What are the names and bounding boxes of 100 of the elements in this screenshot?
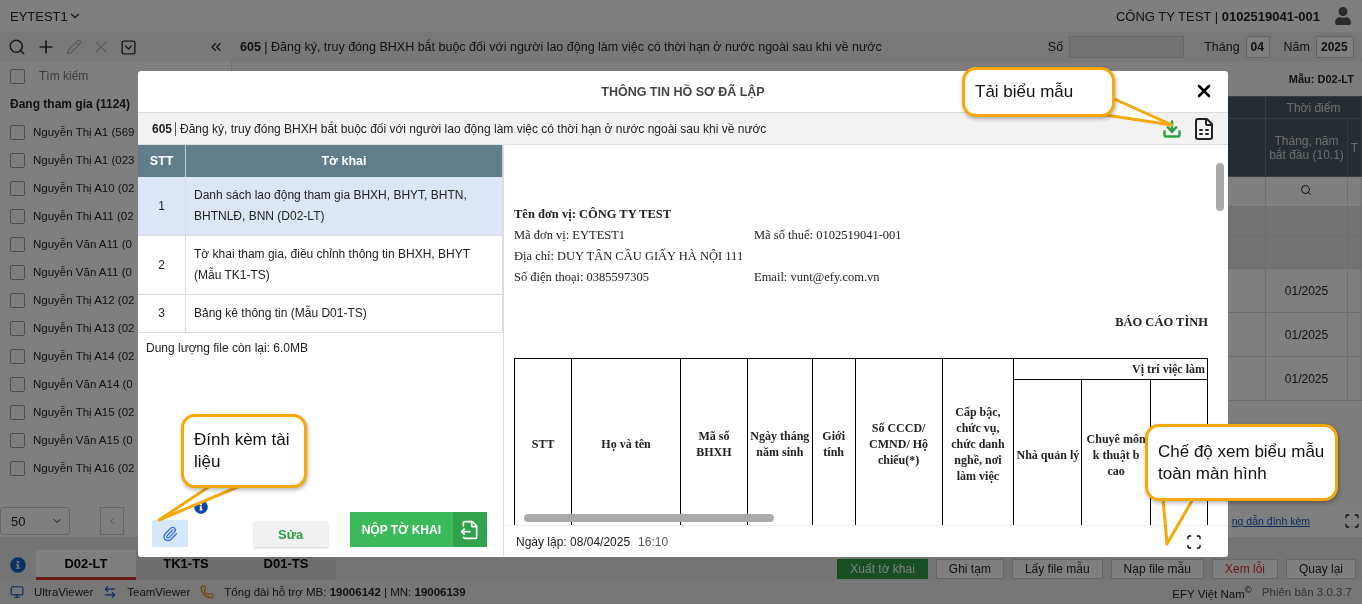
version-text: Phiên bản 3.0.3.7 xyxy=(1261,586,1352,598)
employee-name[interactable]: Nguyễn Thị A14 (02 xyxy=(33,350,135,362)
row-number[interactable]: 2 xyxy=(138,236,186,295)
employee-name[interactable]: Nguyễn Văn A14 (0 xyxy=(33,378,133,390)
employee-name[interactable]: Nguyễn Văn A11 (0 xyxy=(33,238,132,250)
created-time: 16:10 xyxy=(638,534,669,549)
document-text: Tên đơn vị: CÔNG TY TEST xyxy=(514,207,672,221)
document-text: Mã số thuế: 0102519041-001 xyxy=(754,228,903,243)
column-header: Tháng, năm bắt đầu (10.1) xyxy=(1265,118,1348,177)
form-name[interactable]: Bảng kê thông tin (Mẫu D01-TS) xyxy=(186,295,503,333)
row-number[interactable]: 3 xyxy=(138,295,186,333)
company-name: CÔNG TY TEST | 0102519041-001 xyxy=(1115,8,1320,24)
employee-name[interactable]: Nguyễn Thị A1 (023 xyxy=(33,154,135,166)
action-button[interactable]: Nạp file mẫu xyxy=(1110,559,1204,579)
checkbox[interactable] xyxy=(10,68,25,84)
edit-button[interactable]: Sửa xyxy=(253,521,328,547)
employee-name[interactable]: Nguyễn Thị A12 (02 xyxy=(33,294,135,306)
row-number[interactable]: 1 xyxy=(138,177,186,236)
month-field[interactable]: 04 xyxy=(1245,36,1270,58)
brand-text: EFY Việt Nam$^{©}$ xyxy=(1172,584,1252,600)
checkbox[interactable] xyxy=(10,152,25,168)
employee-name[interactable]: Nguyễn Thị A11 (02 xyxy=(33,210,134,222)
fullscreen-button[interactable] xyxy=(1186,533,1202,550)
paperclip-icon[interactable] xyxy=(162,525,178,542)
document-text: Số điện thoại: 0385597305 xyxy=(514,270,651,285)
monitor-icon xyxy=(10,585,24,599)
checkbox[interactable] xyxy=(10,460,25,476)
checkbox[interactable] xyxy=(10,432,25,448)
callout: Chế độ xem biểu mẫu toàn màn hình xyxy=(1145,424,1338,501)
month-label: Tháng xyxy=(1204,40,1240,54)
form-title: 605 | Đăng ký, truy đóng BHXH bắt buộc đối với người lao động làm việc có thời hạn ở nước ngoài sau khi về nước xyxy=(240,40,882,54)
file-arrow-icon[interactable] xyxy=(460,519,480,540)
search-field[interactable]: Tìm kiếm xyxy=(37,68,187,84)
checkbox[interactable] xyxy=(10,208,25,224)
company-code[interactable]: EYTEST1 xyxy=(10,8,68,24)
employee-name[interactable]: Nguyễn Thị A10 (02 xyxy=(33,182,135,194)
storage-text: Dung lượng file còn lại: 6.0MB xyxy=(145,340,309,357)
report-title: BÁO CÁO TÌNH xyxy=(1114,315,1208,330)
employee-name[interactable]: Nguyễn Thị A15 (02 xyxy=(33,406,135,418)
template-label: Mẫu: D02-LT xyxy=(1288,72,1355,87)
hotline-text: Tổng đài hỗ trợ MB: 19006142 | MN: 19006139 xyxy=(224,586,466,598)
table-cell: 01/2025 xyxy=(1265,312,1348,357)
form-description: Đăng ký, truy đóng BHXH bắt buộc đối với người lao động làm việc có thời hạn ở nước ngoài sau khi về nước xyxy=(180,121,767,136)
document-text: Email: vunt@efy.com.vn xyxy=(754,270,881,285)
form-name[interactable]: Tờ khai tham gia, điều chỉnh thông tin BHXH, BHYT (Mẫu TK1-TS) xyxy=(186,236,503,295)
table-header-cell: Giới tính xyxy=(812,358,856,525)
document-text: Địa chỉ: DUY TÂN CẦU GIẤY HÀ NỘI 111 xyxy=(514,249,745,264)
action-button[interactable]: Xem lỗi xyxy=(1211,559,1278,579)
checkbox[interactable] xyxy=(10,264,25,280)
remote-icon xyxy=(103,585,118,599)
created-date: Ngày lập: 08/04/2025 xyxy=(516,534,631,549)
action-button[interactable]: Lấy file mẫu xyxy=(1011,559,1103,579)
form-tab[interactable]: D02-LT xyxy=(36,550,136,580)
checkbox[interactable] xyxy=(10,180,25,196)
checkbox[interactable] xyxy=(10,124,25,140)
checkbox[interactable] xyxy=(10,320,25,336)
tool-link[interactable]: UltraViewer xyxy=(34,586,94,598)
scrollbar[interactable] xyxy=(1216,163,1224,211)
table-header-cell: Vị trí việc làm xyxy=(1013,358,1208,380)
table-header-cell: Cấp bậc, chức vụ, chức danh nghề, nơi làm việc xyxy=(942,358,1014,525)
employee-name[interactable]: Nguyễn Thị A1 (569 xyxy=(33,126,135,138)
table-cell: 01/2025 xyxy=(1265,268,1348,313)
fullscreen-icon[interactable] xyxy=(1344,513,1360,529)
previous-page-button[interactable] xyxy=(100,507,124,535)
guide-link[interactable]: ng dẫn đính kèm xyxy=(1231,515,1310,527)
checkbox[interactable] xyxy=(10,236,25,252)
number-label: Số xyxy=(1047,40,1064,54)
checkbox[interactable] xyxy=(10,404,25,420)
checkbox[interactable] xyxy=(10,348,25,364)
year-label: Năm xyxy=(1283,40,1310,54)
attach-button[interactable] xyxy=(152,520,188,547)
employee-name[interactable]: Nguyễn Thị A13 (02 xyxy=(33,322,135,334)
checkbox[interactable] xyxy=(10,376,25,392)
table-cell: 01/2025 xyxy=(1265,356,1348,401)
form-name[interactable]: Danh sách lao động tham gia BHXH, BHYT, BHTN, BHTNLĐ, BNN (D02-LT) xyxy=(186,177,503,236)
action-button[interactable]: Xuất tờ khai xyxy=(837,559,928,579)
column-header: Thời điểm xyxy=(1265,96,1362,119)
group-label: Đang tham gia (1124) xyxy=(9,96,132,113)
page-size-select[interactable]: 50 xyxy=(0,507,70,535)
employee-name[interactable]: Nguyễn Văn A11 (0 xyxy=(33,266,132,278)
employee-name[interactable]: Nguyễn Văn A15 (0 xyxy=(33,434,133,446)
tool-link[interactable]: TeamViewer xyxy=(127,586,191,598)
document-text: Mã đơn vị: EYTEST1 xyxy=(514,228,627,243)
table-header-cell: Số CCCD/ CMND/ Hộ chiếu(*) xyxy=(855,358,942,525)
checkbox[interactable] xyxy=(10,292,25,308)
submit-button[interactable]: NỘP TỜ KHAI xyxy=(349,512,487,547)
modal-title: THÔNG TIN HỒ SƠ ĐÃ LẬP xyxy=(601,84,765,99)
spreadsheet-file-icon[interactable] xyxy=(1192,116,1216,141)
download-icon[interactable] xyxy=(1162,118,1182,139)
action-button[interactable]: Ghi tạm xyxy=(935,559,1004,579)
employee-name[interactable]: Nguyễn Thị A16 (02 xyxy=(33,462,135,474)
action-button[interactable]: Quay lại xyxy=(1285,559,1356,579)
search-icon[interactable] xyxy=(1300,184,1313,196)
column-header: Tờ khai xyxy=(186,145,503,177)
phone-icon xyxy=(200,585,215,599)
scrollbar[interactable] xyxy=(524,514,774,522)
year-field[interactable]: 2025 xyxy=(1316,36,1354,58)
column-header: STT xyxy=(138,145,186,177)
form-code: 605 xyxy=(152,121,177,136)
user-icon[interactable] xyxy=(1334,7,1352,25)
